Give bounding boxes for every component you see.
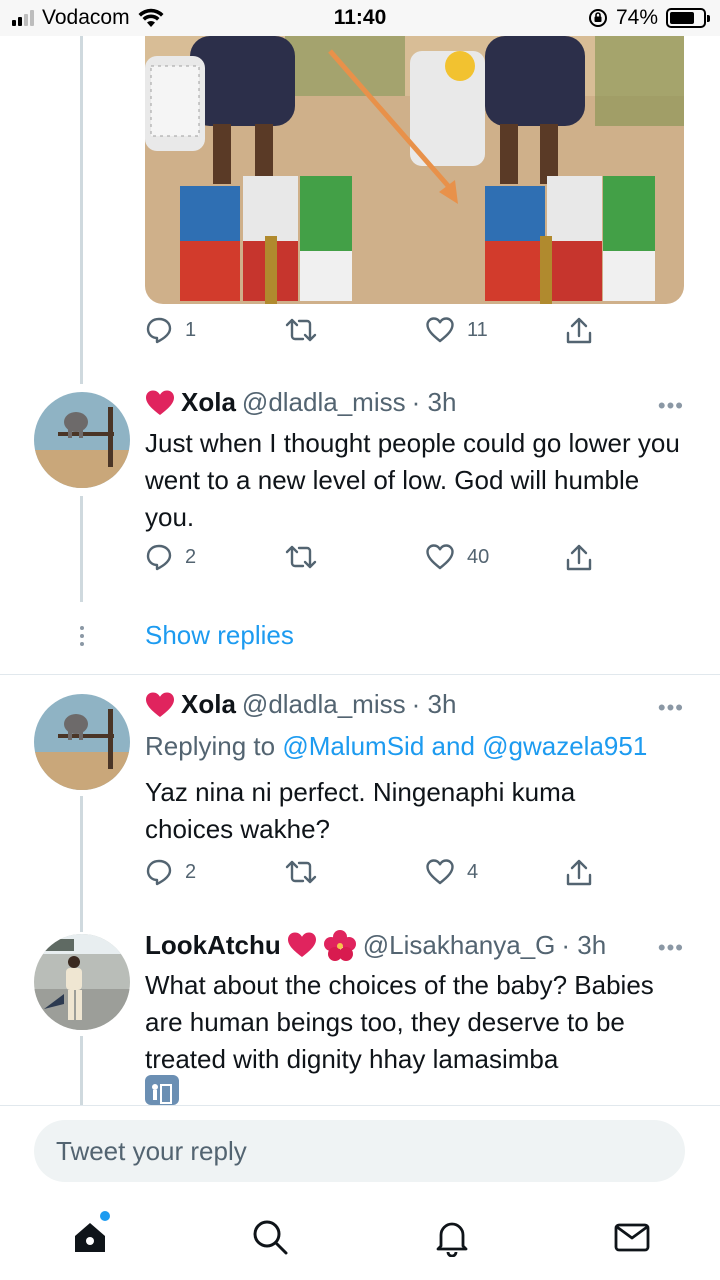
like-count: 4: [467, 860, 479, 883]
share-action[interactable]: [565, 858, 593, 888]
person-avatar-image: [34, 934, 130, 1030]
reply-icon: [146, 544, 172, 571]
like-action[interactable]: 11: [425, 316, 488, 344]
thread-line: [80, 1036, 83, 1106]
red-heart-emoji: [146, 692, 174, 717]
like-action[interactable]: 4: [425, 858, 478, 886]
nav-search[interactable]: [248, 1215, 292, 1259]
like-count: 11: [467, 318, 488, 341]
share-icon: [566, 544, 592, 571]
replying-to: Replying to @MalumSid and @gwazela951: [145, 731, 647, 762]
retweet-action[interactable]: [285, 543, 329, 571]
tweet-text: Yaz nina ni perfect. Ningenaphi kuma cho…: [145, 777, 576, 844]
reply-count: 2: [185, 545, 197, 568]
tweet-time: · 3h: [411, 689, 457, 719]
wastebasket-emoji: [145, 1075, 179, 1105]
tweet-reply-input[interactable]: Tweet your reply: [34, 1120, 685, 1182]
battery-icon: [666, 8, 710, 28]
share-icon: [566, 859, 592, 886]
status-right: 74%: [588, 6, 710, 30]
reply-count: 2: [185, 860, 197, 883]
thread-line: [80, 36, 83, 384]
bell-icon: [436, 1222, 468, 1257]
reply-action[interactable]: 1: [145, 316, 196, 344]
more-options-icon[interactable]: •••: [658, 695, 684, 721]
bottom-navigation: [0, 1195, 720, 1280]
replying-to-label: Replying to: [145, 731, 276, 761]
thread-continuation-dots: [79, 626, 85, 646]
tweet-text: Just when I thought people could go lowe…: [145, 428, 680, 532]
retweet-icon: [285, 318, 317, 342]
user-handle[interactable]: @dladla_miss: [242, 689, 406, 720]
avatar[interactable]: [34, 694, 130, 790]
tweet-time: · 3h: [411, 387, 457, 417]
more-options-icon[interactable]: •••: [658, 393, 684, 419]
reply-icon: [146, 317, 172, 344]
display-name[interactable]: Xola: [181, 689, 236, 720]
tweet-text: What about the choices of the baby? Babi…: [145, 970, 654, 1074]
retweet-icon: [285, 860, 317, 884]
reply-count: 1: [185, 318, 197, 341]
heart-icon: [426, 544, 454, 570]
retweet-icon: [285, 545, 317, 569]
battery-fill: [670, 12, 694, 24]
heart-icon: [426, 859, 454, 885]
thread-line: [80, 796, 83, 932]
red-heart-emoji: [287, 932, 316, 957]
battery-percent: 74%: [615, 6, 658, 29]
display-name[interactable]: Xola: [181, 387, 236, 418]
divider: [0, 674, 720, 675]
share-action[interactable]: [565, 543, 593, 573]
nav-messages[interactable]: [610, 1215, 654, 1259]
status-bar: Vodacom 11:40 74%: [0, 0, 720, 36]
avatar[interactable]: [34, 934, 130, 1030]
retweet-action[interactable]: [285, 858, 329, 886]
tweet-header: Xola @dladla_miss · 3h: [145, 387, 456, 418]
nav-home[interactable]: [68, 1211, 112, 1259]
share-icon: [566, 317, 592, 344]
heart-icon: [426, 317, 454, 343]
tweet-actions: 1 11: [145, 316, 605, 352]
like-count: 40: [467, 545, 490, 568]
thread-line: [80, 496, 83, 602]
rotation-lock-icon: [588, 9, 607, 27]
like-action[interactable]: 40: [425, 543, 489, 571]
tweet-photo[interactable]: [145, 36, 684, 304]
home-icon: [75, 1223, 105, 1252]
elephant-avatar-image: [34, 694, 130, 790]
mail-icon: [614, 1223, 650, 1252]
notification-dot: [100, 1211, 110, 1221]
reply-action[interactable]: 2: [145, 543, 196, 571]
reply-action[interactable]: 2: [145, 858, 196, 886]
tweet-actions: 2 4: [145, 858, 605, 894]
tweet-header: Xola @dladla_miss · 3h: [145, 689, 456, 720]
photo-illustration: [145, 36, 684, 304]
hibiscus-emoji: [323, 930, 356, 961]
user-handle[interactable]: @dladla_miss: [242, 387, 406, 418]
search-icon: [253, 1220, 288, 1255]
tweet-time: · 3h: [561, 929, 607, 960]
show-replies-link[interactable]: Show replies: [145, 620, 294, 651]
tweet-actions: 2 40: [145, 543, 605, 579]
share-action[interactable]: [565, 316, 593, 346]
elephant-avatar-image: [34, 392, 130, 488]
replying-to-mentions[interactable]: @MalumSid and @gwazela951: [282, 731, 647, 761]
user-handle[interactable]: @Lisakhanya_G: [363, 930, 556, 961]
display-name[interactable]: LookAtchu: [145, 930, 281, 961]
more-options-icon[interactable]: •••: [658, 935, 684, 961]
reply-icon: [146, 859, 172, 886]
reply-composer-bar: Tweet your reply: [0, 1105, 720, 1195]
nav-notifications[interactable]: [430, 1215, 474, 1259]
retweet-action[interactable]: [285, 316, 329, 344]
red-heart-emoji: [146, 390, 174, 415]
avatar[interactable]: [34, 392, 130, 488]
tweet-header: LookAtchu @Lisakhanya_G · 3h: [145, 929, 606, 961]
